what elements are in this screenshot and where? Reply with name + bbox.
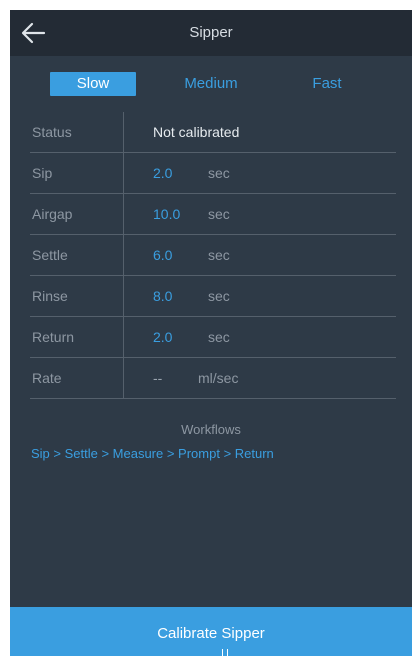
row-return: Return 2.0 sec <box>30 317 396 358</box>
rinse-label: Rinse <box>32 288 68 304</box>
settle-unit: sec <box>208 247 230 263</box>
sipper-screen: Sipper Slow Medium Fast Status Not calib… <box>10 10 412 656</box>
row-sip: Sip 2.0 sec <box>30 153 396 194</box>
pause-icon <box>222 649 228 656</box>
row-rinse: Rinse 8.0 sec <box>30 276 396 317</box>
status-value: Not calibrated <box>153 124 240 140</box>
airgap-value-field[interactable]: 10.0 <box>153 206 180 222</box>
return-value-field[interactable]: 2.0 <box>153 329 172 345</box>
speed-selector: Slow Medium Fast <box>10 72 412 96</box>
sipper-settings-table: Status Not calibrated Sip 2.0 sec Airgap… <box>30 112 396 399</box>
sip-unit: sec <box>208 165 230 181</box>
row-status: Status Not calibrated <box>30 112 396 153</box>
tab-slow[interactable]: Slow <box>50 72 136 96</box>
sip-value-field[interactable]: 2.0 <box>153 165 172 181</box>
rate-value: -- <box>153 370 163 386</box>
rinse-unit: sec <box>208 288 230 304</box>
row-rate: Rate -- ml/sec <box>30 358 396 399</box>
sip-label: Sip <box>32 165 53 181</box>
calibrate-button-label: Calibrate Sipper <box>157 625 265 642</box>
airgap-unit: sec <box>208 206 230 222</box>
tab-fast[interactable]: Fast <box>284 72 370 96</box>
return-unit: sec <box>208 329 230 345</box>
workflow-sequence-link[interactable]: Sip > Settle > Measure > Prompt > Return <box>31 446 274 461</box>
tab-medium[interactable]: Medium <box>168 72 254 96</box>
workflows-heading: Workflows <box>181 422 241 437</box>
airgap-label: Airgap <box>32 206 73 222</box>
row-settle: Settle 6.0 sec <box>30 235 396 276</box>
settle-value-field[interactable]: 6.0 <box>153 247 172 263</box>
page-title: Sipper <box>189 24 233 41</box>
rinse-value-field[interactable]: 8.0 <box>153 288 172 304</box>
top-bar: Sipper <box>10 10 412 56</box>
calibrate-sipper-button[interactable]: Calibrate Sipper <box>10 607 412 656</box>
status-label: Status <box>32 124 72 140</box>
row-airgap: Airgap 10.0 sec <box>30 194 396 235</box>
rate-label: Rate <box>32 370 62 386</box>
rate-unit: ml/sec <box>198 370 239 386</box>
settle-label: Settle <box>32 247 68 263</box>
return-label: Return <box>32 329 75 345</box>
